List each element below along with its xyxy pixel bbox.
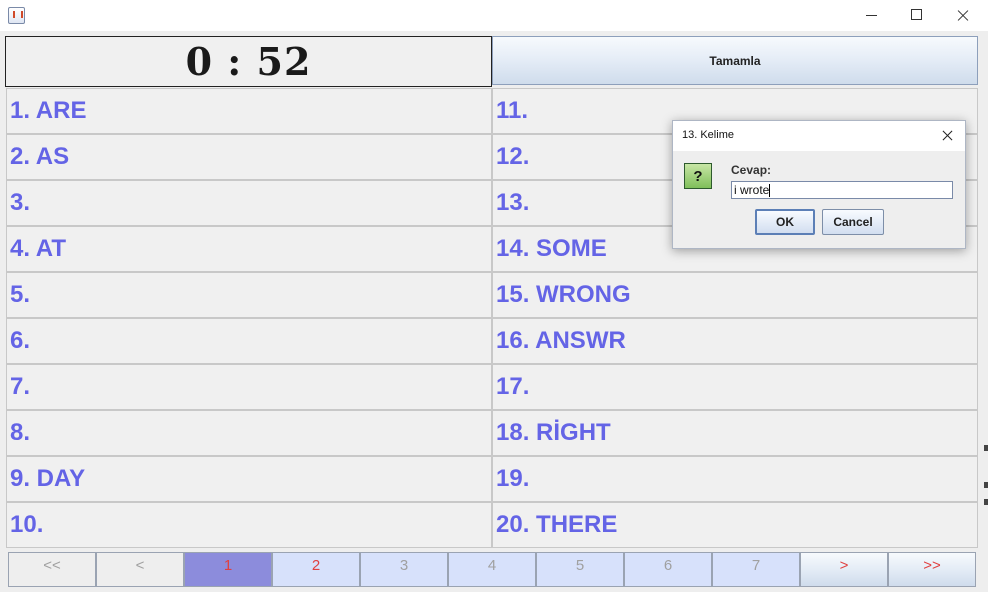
background-window-edge xyxy=(984,445,988,451)
minimize-button[interactable] xyxy=(848,0,894,31)
dialog-title-bar: 13. Kelime xyxy=(673,121,965,151)
background-window-edge xyxy=(984,482,988,488)
page-button-4[interactable]: 4 xyxy=(448,552,536,587)
word-cell-17: 17. xyxy=(492,364,978,410)
close-window-button[interactable] xyxy=(940,0,986,31)
page-button-3[interactable]: 3 xyxy=(360,552,448,587)
word-cell-16: 16. ANSWR xyxy=(492,318,978,364)
word-cell-9: 9. DAY xyxy=(6,456,492,502)
word-cell-7: 7. xyxy=(6,364,492,410)
word-cell-18: 18. RİGHT xyxy=(492,410,978,456)
dialog-title: 13. Kelime xyxy=(682,129,734,141)
word-cell-8: 8. xyxy=(6,410,492,456)
word-cell-15: 15. WRONG xyxy=(492,272,978,318)
dialog-close-icon[interactable] xyxy=(941,129,955,143)
word-cell-20: 20. THERE xyxy=(492,502,978,548)
page-button-7[interactable]: 7 xyxy=(712,552,800,587)
page-button-2[interactable]: 2 xyxy=(272,552,360,587)
answer-input[interactable]: i wrote xyxy=(731,181,953,199)
timer-display: 0 : 52 xyxy=(5,36,492,87)
title-bar xyxy=(0,0,988,31)
word-input-dialog: 13. Kelime ? Cevap: i wrote OK Cancel xyxy=(672,120,966,249)
next-page-button[interactable]: > xyxy=(800,552,888,587)
word-cell-4: 4. AT xyxy=(6,226,492,272)
first-page-button[interactable]: << xyxy=(8,552,96,587)
word-cell-1: 1. ARE xyxy=(6,88,492,134)
page-button-6[interactable]: 6 xyxy=(624,552,712,587)
word-cell-19: 19. xyxy=(492,456,978,502)
word-cell-5: 5. xyxy=(6,272,492,318)
java-app-icon xyxy=(8,7,25,24)
pagination-bar: << < 1 2 3 4 5 6 7 > >> xyxy=(8,552,976,587)
background-window-edge xyxy=(984,499,988,505)
word-cell-10: 10. xyxy=(6,502,492,548)
word-cell-3: 3. xyxy=(6,180,492,226)
last-page-button[interactable]: >> xyxy=(888,552,976,587)
word-cell-2: 2. AS xyxy=(6,134,492,180)
complete-button[interactable]: Tamamla xyxy=(492,36,978,85)
ok-button[interactable]: OK xyxy=(755,209,815,235)
page-button-5[interactable]: 5 xyxy=(536,552,624,587)
answer-label: Cevap: xyxy=(731,163,772,177)
answer-input-value: i wrote xyxy=(734,183,770,197)
prev-page-button[interactable]: < xyxy=(96,552,184,587)
maximize-button[interactable] xyxy=(894,0,940,31)
cancel-button[interactable]: Cancel xyxy=(822,209,884,235)
word-cell-6: 6. xyxy=(6,318,492,364)
page-button-1[interactable]: 1 xyxy=(184,552,272,587)
question-icon: ? xyxy=(684,163,712,189)
